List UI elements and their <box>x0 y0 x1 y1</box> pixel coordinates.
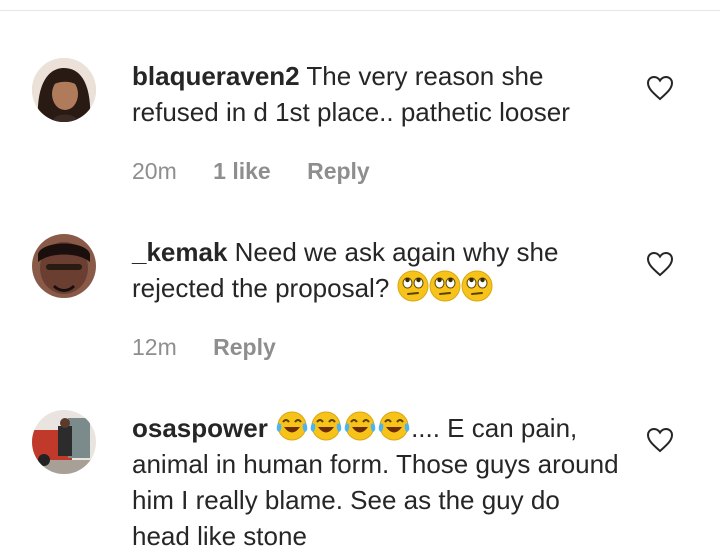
comment-meta: 12m Reply <box>132 334 306 361</box>
heart-outline-icon[interactable] <box>646 251 674 277</box>
comment-time: 12m <box>132 334 177 360</box>
top-divider <box>0 10 720 11</box>
comment-body: _kemak Need we ask again why she rejecte… <box>132 234 622 306</box>
comment-username[interactable]: osaspower <box>132 413 268 443</box>
comment-body: blaqueraven2 The very reason she refused… <box>132 58 622 130</box>
comment-username[interactable]: blaqueraven2 <box>132 61 300 91</box>
face-with-tears-of-joy-icon <box>378 411 410 441</box>
avatar[interactable] <box>32 410 96 474</box>
comment-username[interactable]: _kemak <box>132 237 227 267</box>
face-with-rolling-eyes-icon <box>461 270 493 302</box>
reply-button[interactable]: Reply <box>307 158 370 184</box>
rolling-eyes-emoji-group <box>397 270 493 303</box>
avatar[interactable] <box>32 58 96 122</box>
face-with-tears-of-joy-icon <box>276 411 308 441</box>
comment-body: osaspower .... E can pain, animal in hum… <box>132 410 622 554</box>
comment-meta: 20m 1 like Reply <box>132 158 400 185</box>
heart-outline-icon[interactable] <box>646 75 674 101</box>
face-with-tears-of-joy-icon <box>310 411 342 441</box>
face-with-rolling-eyes-icon <box>397 270 429 302</box>
comment-time: 20m <box>132 158 177 184</box>
reply-button[interactable]: Reply <box>213 334 276 360</box>
like-count[interactable]: 1 like <box>213 158 271 184</box>
heart-outline-icon[interactable] <box>646 427 674 453</box>
avatar[interactable] <box>32 234 96 298</box>
face-with-tears-of-joy-icon <box>344 411 376 441</box>
tears-of-joy-emoji-group <box>275 411 411 443</box>
face-with-rolling-eyes-icon <box>429 270 461 302</box>
